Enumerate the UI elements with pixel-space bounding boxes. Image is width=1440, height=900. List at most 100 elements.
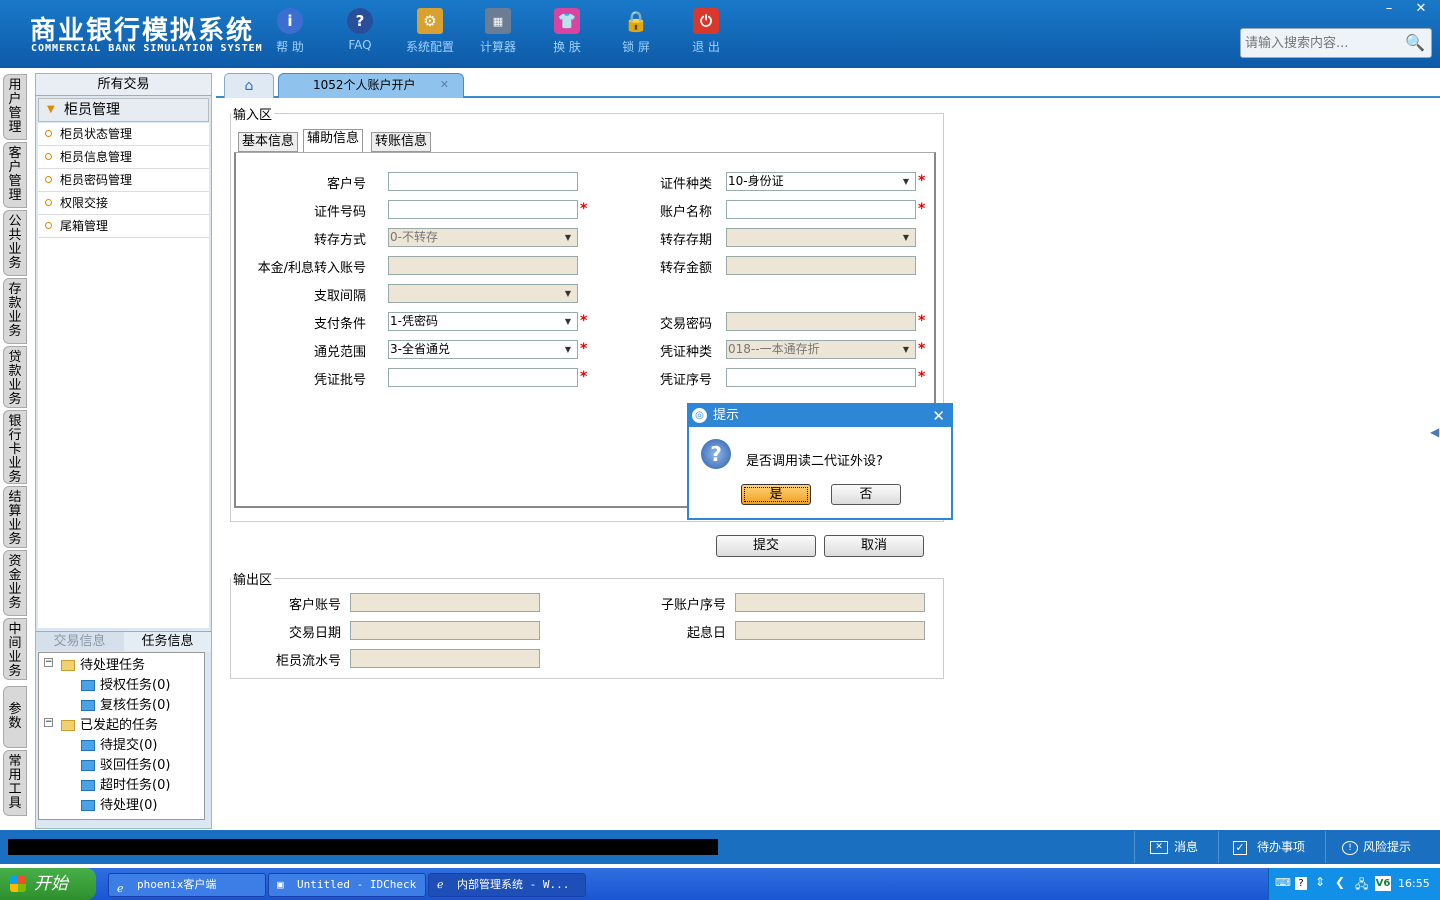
prompt-dialog: ◎ 提示 ✕ ? 是否调用读二代证外设? 是 否 [687, 403, 953, 520]
risk-alert-button[interactable]: ! 风险提示 [1342, 839, 1411, 855]
search-input[interactable] [1241, 29, 1401, 57]
faq-button[interactable]: ? FAQ [330, 8, 390, 52]
updown-icon[interactable]: ⇕ [1315, 875, 1325, 889]
side-tab-public-business[interactable]: 公共业务 [3, 210, 27, 276]
nav-item-teller-info[interactable]: 柜员信息管理 [38, 146, 209, 169]
nav-item-teller-status[interactable]: 柜员状态管理 [38, 123, 209, 146]
transfer-amount-input[interactable] [726, 256, 916, 275]
principal-account-input[interactable] [388, 256, 578, 275]
search-box: 🔍 [1240, 28, 1432, 58]
search-icon[interactable]: 🔍 [1405, 33, 1425, 52]
side-tab-params[interactable]: 参数 [3, 686, 27, 748]
withdraw-interval-select[interactable]: ▼ [388, 284, 578, 303]
bullet-icon [45, 222, 52, 229]
transfer-amount-label: 转存金额 [659, 261, 712, 276]
voucher-batch-input[interactable] [388, 368, 578, 387]
tree-node-initiated[interactable]: 已发起的任务 [61, 714, 158, 733]
tree-node-timeout[interactable]: 超时任务(0) [81, 774, 170, 793]
navigation-panel: 所有交易 ▼ 柜员管理 柜员状态管理 柜员信息管理 柜员密码管理 权限交接 尾箱… [35, 73, 212, 829]
speech-bubble-icon: ! [1342, 840, 1358, 855]
tab-trade-info[interactable]: 交易信息 [36, 632, 123, 652]
nav-header[interactable]: 所有交易 [36, 74, 211, 96]
submit-button[interactable]: 提交 [716, 535, 816, 557]
id-no-input[interactable] [388, 200, 578, 219]
close-icon[interactable]: ✕ [932, 405, 945, 427]
yes-button[interactable]: 是 [741, 484, 811, 505]
v6-tray-icon[interactable]: V6 [1375, 876, 1391, 891]
transfer-term-label: 转存存期 [659, 233, 712, 248]
config-button[interactable]: ⚙ 系统配置 [400, 8, 460, 55]
tree-node-to-submit[interactable]: 待提交(0) [81, 734, 157, 753]
trade-password-input[interactable] [726, 312, 916, 331]
home-tab[interactable]: ⌂ [224, 73, 274, 98]
folder-open-icon [61, 720, 75, 731]
minimize-button[interactable]: – [1374, 0, 1404, 18]
required-mark: * [580, 201, 588, 217]
side-tab-intermediate[interactable]: 中间业务 [3, 618, 27, 680]
tree-node-auth-tasks[interactable]: 授权任务(0) [81, 674, 170, 693]
side-tab-funds[interactable]: 资金业务 [3, 550, 27, 616]
exit-button[interactable]: ⏻ 退 出 [676, 8, 736, 55]
subtab-transfer-info[interactable]: 转账信息 [371, 132, 432, 152]
tree-node-pending[interactable]: 待处理任务 [61, 654, 145, 673]
side-tab-deposit[interactable]: 存款业务 [3, 278, 27, 344]
side-tab-loan[interactable]: 贷款业务 [3, 346, 27, 408]
chevron-left-icon[interactable]: ❮ [1335, 875, 1345, 889]
tab-account-opening[interactable]: 1052个人账户开户 ✕ [278, 73, 464, 98]
messages-button[interactable]: ✕ 消息 [1150, 839, 1198, 855]
voucher-type-select[interactable]: 018--一本通存折 ▼ [726, 340, 916, 359]
taskbar-item-internal-mgmt[interactable]: ℯ 内部管理系统 - W... [428, 873, 586, 897]
expand-triangle-icon: ▼ [47, 104, 55, 115]
voucher-seq-label: 凭证序号 [659, 373, 712, 388]
taskbar-item-phoenix[interactable]: ℯ phoenix客户端 [108, 873, 266, 897]
folder-icon [81, 800, 95, 811]
collapse-toggle-icon[interactable]: − [44, 718, 53, 727]
account-name-label: 账户名称 [659, 205, 712, 220]
customer-no-input[interactable] [388, 172, 578, 191]
exchange-scope-select[interactable]: 3-全省通兑 ▼ [388, 340, 578, 359]
voucher-seq-input[interactable] [726, 368, 916, 387]
bullet-icon [45, 176, 52, 183]
nav-item-cash-box[interactable]: 尾箱管理 [38, 215, 209, 238]
nav-empty-area [38, 238, 209, 628]
todo-button[interactable]: ✓ 待办事项 [1233, 839, 1305, 855]
close-window-button[interactable]: ✕ [1406, 0, 1436, 18]
network-icon[interactable]: 🖧 [1355, 875, 1368, 896]
ie-icon: ℯ [117, 882, 124, 895]
tree-node-review-tasks[interactable]: 复核任务(0) [81, 694, 170, 713]
account-name-input[interactable] [726, 200, 916, 219]
start-button[interactable]: 开始 [0, 868, 96, 900]
close-tab-icon[interactable]: ✕ [440, 74, 449, 96]
side-tab-tools[interactable]: 常用工具 [3, 750, 27, 816]
side-tab-settlement[interactable]: 结算业务 [3, 486, 27, 548]
side-tab-customer-mgmt[interactable]: 客户管理 [3, 142, 27, 208]
nav-group-teller[interactable]: ▼ 柜员管理 [38, 98, 209, 122]
pay-condition-select[interactable]: 1-凭密码 ▼ [388, 312, 578, 331]
collapse-toggle-icon[interactable]: − [44, 658, 53, 667]
taskbar-item-idcheck[interactable]: ▣ Untitled - IDCheck [268, 873, 426, 897]
withdraw-interval-label: 支取间隔 [313, 289, 366, 304]
skin-button[interactable]: 👕 换 肤 [537, 8, 597, 55]
transfer-term-select[interactable]: ▼ [726, 228, 916, 247]
subtab-basic-info[interactable]: 基本信息 [238, 132, 299, 152]
keyboard-icon[interactable]: ⌨ [1275, 876, 1291, 889]
transfer-mode-select[interactable]: 0-不转存 ▼ [388, 228, 578, 247]
tree-node-to-process[interactable]: 待处理(0) [81, 794, 157, 813]
no-button[interactable]: 否 [831, 484, 901, 505]
nav-item-teller-password[interactable]: 柜员密码管理 [38, 169, 209, 192]
customer-account-label: 客户账号 [288, 598, 341, 613]
subtab-aux-info[interactable]: 辅助信息 [303, 129, 364, 152]
id-type-select[interactable]: 10-身份证 ▼ [726, 172, 916, 191]
calculator-button[interactable]: ▦ 计算器 [468, 8, 528, 55]
collapse-right-icon[interactable]: ◀ [1430, 425, 1439, 439]
side-tab-user-mgmt[interactable]: 用户管理 [3, 74, 27, 140]
nav-item-handover[interactable]: 权限交接 [38, 192, 209, 215]
cancel-button[interactable]: 取消 [824, 535, 924, 557]
side-tab-card[interactable]: 银行卡业务 [3, 410, 27, 485]
lock-button[interactable]: 🔒 锁 屏 [606, 8, 666, 55]
voucher-type-label: 凭证种类 [659, 345, 712, 360]
tab-task-info[interactable]: 任务信息 [124, 632, 211, 652]
help-tray-icon[interactable]: ? [1295, 877, 1307, 890]
tree-node-rejected[interactable]: 驳回任务(0) [81, 754, 170, 773]
help-button[interactable]: i 帮 助 [260, 8, 320, 55]
